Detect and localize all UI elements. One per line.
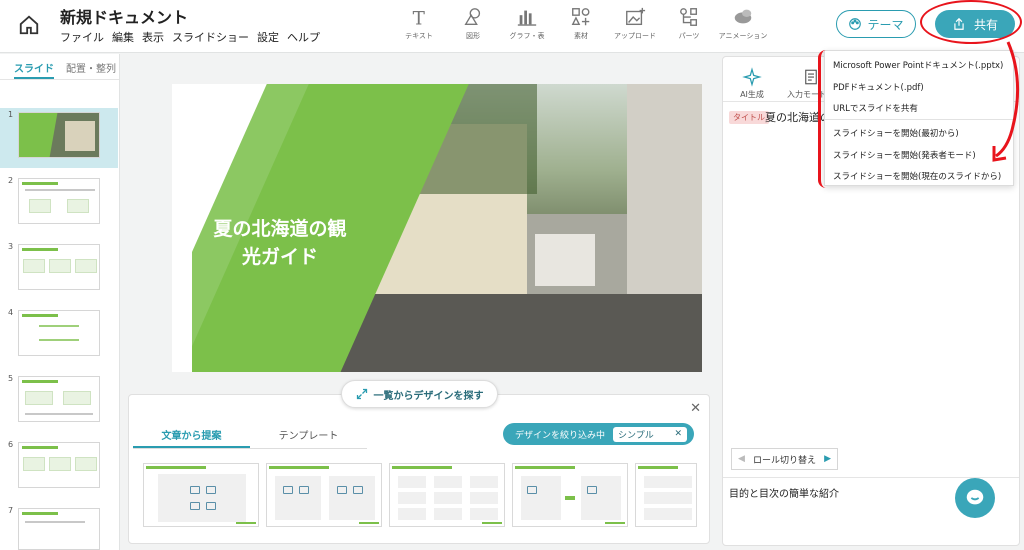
slide-thumb-1[interactable]: 1 — [0, 108, 118, 168]
shapes-icon — [464, 8, 481, 26]
remove-filter-icon[interactable]: ✕ — [674, 429, 682, 439]
top-header: 新規ドキュメント ファイル 編集 表示 スライドショー 設定 ヘルプ T テキス… — [0, 0, 1024, 53]
close-icon[interactable]: ✕ — [690, 401, 701, 416]
menu-bar: ファイル 編集 表示 スライドショー 設定 ヘルプ — [60, 29, 320, 45]
assets-icon — [571, 8, 590, 26]
design-filter-pill[interactable]: デザインを絞り込み中 シンプル ✕ — [503, 423, 694, 445]
slide-sidebar: スライド 配置・整列 1 2 3 4 5 6 7 — [0, 54, 120, 550]
chat-support-button[interactable] — [955, 478, 995, 518]
share-menu-pptx[interactable]: Microsoft Power Pointドキュメント(.pptx) — [833, 59, 1003, 71]
slide-thumb-4[interactable]: 4 — [0, 306, 118, 366]
annotation-circle — [920, 0, 1022, 44]
sparkle-icon — [742, 67, 762, 87]
chevron-right-icon[interactable]: ▶ — [824, 454, 831, 464]
ai-generate-button[interactable]: AI生成 — [737, 67, 767, 100]
find-design-button[interactable]: 一覧からデザインを探す — [341, 380, 498, 408]
annotation-bracket — [818, 50, 830, 188]
insert-toolbar: T テキスト 図形 グラフ・表 素材 アップロード パーツ アニメーション — [392, 6, 770, 41]
menu-help[interactable]: ヘルプ — [287, 29, 320, 45]
text-icon: T — [413, 8, 426, 28]
menu-edit[interactable]: 編集 — [112, 29, 134, 45]
share-menu-pdf[interactable]: PDFドキュメント(.pdf) — [833, 81, 924, 93]
menu-file[interactable]: ファイル — [60, 29, 104, 45]
share-menu: Microsoft Power Pointドキュメント(.pptx) PDFドキ… — [824, 50, 1015, 186]
menu-slideshow[interactable]: スライドショー — [172, 29, 249, 45]
tab-slides[interactable]: スライド — [14, 60, 54, 79]
design-template-3[interactable] — [389, 463, 505, 527]
tab-suggest-from-text[interactable]: 文章から提案 — [133, 419, 250, 448]
home-button[interactable] — [14, 10, 44, 40]
design-template-1[interactable] — [143, 463, 259, 527]
expand-icon — [356, 388, 367, 400]
chevron-left-icon[interactable]: ◀ — [738, 454, 745, 464]
share-menu-slideshow-current[interactable]: スライドショーを開始(現在のスライドから) — [833, 170, 1001, 182]
tool-assets[interactable]: 素材 — [554, 6, 608, 41]
home-icon — [19, 15, 39, 35]
menu-view[interactable]: 表示 — [142, 29, 164, 45]
tool-upload[interactable]: アップロード — [608, 6, 662, 41]
animation-icon — [734, 9, 752, 24]
design-suggestion-panel: ✕ 文章から提案 テンプレート デザインを絞り込み中 シンプル ✕ — [128, 394, 710, 544]
tool-parts[interactable]: パーツ — [662, 6, 716, 41]
chat-icon — [966, 489, 984, 505]
annotation-arrow — [992, 41, 1020, 162]
theme-button[interactable]: テーマ — [836, 10, 916, 38]
slide-thumb-5[interactable]: 5 — [0, 372, 118, 432]
tool-shapes[interactable]: 図形 — [446, 6, 500, 41]
outline-content-text[interactable]: 目的と目次の簡単な紹介 — [729, 485, 839, 500]
tool-animation[interactable]: アニメーション — [716, 6, 770, 41]
svg-text:T: T — [413, 8, 426, 28]
tool-chart[interactable]: グラフ・表 — [500, 6, 554, 41]
design-template-4[interactable] — [512, 463, 628, 527]
tool-text[interactable]: T テキスト — [392, 6, 446, 41]
document-title[interactable]: 新規ドキュメント — [60, 4, 188, 28]
filter-tag-simple[interactable]: シンプル ✕ — [613, 426, 688, 442]
title-tag: タイトル — [729, 111, 769, 124]
share-menu-url[interactable]: URLでスライドを共有 — [833, 102, 918, 114]
upload-icon — [626, 7, 646, 26]
share-menu-slideshow-start[interactable]: スライドショーを開始(最初から) — [833, 127, 959, 139]
parts-icon — [680, 8, 698, 26]
share-menu-slideshow-presenter[interactable]: スライドショーを開始(発表者モード) — [833, 149, 976, 161]
design-tabs: 文章から提案 テンプレート — [133, 419, 367, 449]
palette-icon — [849, 18, 862, 30]
slide-title[interactable]: 夏の北海道の観 光ガイド — [200, 215, 360, 271]
sidebar-tabs: スライド 配置・整列 — [0, 54, 119, 80]
slide-thumb-3[interactable]: 3 — [0, 240, 118, 300]
slide-thumb-7[interactable]: 7 — [0, 504, 118, 550]
design-template-5[interactable] — [635, 463, 697, 527]
chart-icon — [517, 10, 537, 26]
role-switch[interactable]: ◀ ロール切り替え ▶ — [731, 448, 838, 470]
slide-thumb-2[interactable]: 2 — [0, 174, 118, 234]
tab-templates[interactable]: テンプレート — [250, 419, 367, 448]
design-template-2[interactable] — [266, 463, 382, 527]
menu-settings[interactable]: 設定 — [257, 29, 279, 45]
slide-thumb-6[interactable]: 6 — [0, 438, 118, 498]
tab-arrange[interactable]: 配置・整列 — [66, 60, 116, 79]
